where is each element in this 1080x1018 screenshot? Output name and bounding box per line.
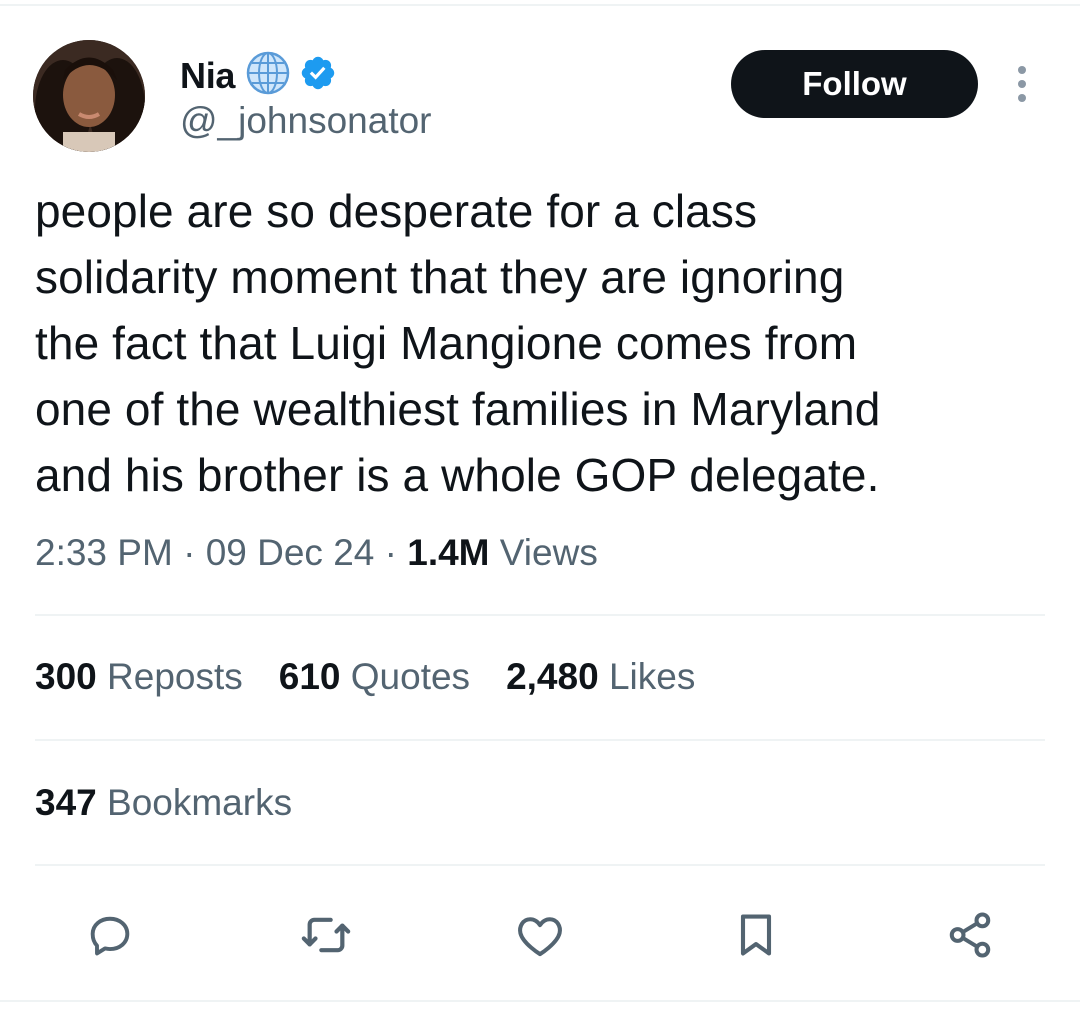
- verified-icon[interactable]: [299, 54, 337, 97]
- tweet-text: people are so desperate for a class soli…: [35, 185, 881, 501]
- bookmark-icon[interactable]: [726, 905, 786, 965]
- repost-icon[interactable]: [296, 905, 356, 965]
- likes-stat[interactable]: 2,480 Likes: [506, 656, 695, 698]
- reply-icon[interactable]: [80, 905, 140, 965]
- follow-button[interactable]: Follow: [731, 50, 978, 118]
- divider: [35, 614, 1045, 616]
- more-vertical-icon[interactable]: [1010, 64, 1034, 104]
- bookmarks-count: 347: [35, 782, 97, 823]
- share-icon[interactable]: [940, 905, 1000, 965]
- tweet-meta: 2:33 PM · 09 Dec 24 · 1.4M Views: [35, 532, 598, 574]
- quotes-count: 610: [278, 656, 341, 697]
- tweet-time[interactable]: 2:33 PM: [35, 532, 173, 573]
- bookmarks-stat[interactable]: 347 Bookmarks: [35, 782, 292, 824]
- quotes-label: Quotes: [350, 656, 471, 697]
- meta-separator: ·: [183, 532, 196, 573]
- reposts-label: Reposts: [107, 656, 243, 697]
- top-divider: [0, 4, 1080, 6]
- globe-icon: [245, 50, 291, 101]
- divider: [35, 864, 1045, 866]
- avatar[interactable]: [33, 40, 145, 152]
- bottom-divider: [0, 1000, 1080, 1002]
- views-label: Views: [499, 532, 598, 573]
- like-icon[interactable]: [510, 905, 570, 965]
- action-bar: [0, 905, 1080, 965]
- engagement-stats: 300 Reposts 610 Quotes 2,480 Likes: [35, 656, 731, 698]
- quotes-stat[interactable]: 610 Quotes: [279, 656, 470, 698]
- reposts-count: 300: [35, 656, 97, 697]
- likes-count: 2,480: [506, 656, 599, 697]
- reposts-stat[interactable]: 300 Reposts: [35, 656, 243, 698]
- author-name-row[interactable]: Nia: [180, 50, 337, 101]
- likes-label: Likes: [608, 656, 696, 697]
- display-name[interactable]: Nia: [180, 55, 235, 97]
- divider: [35, 739, 1045, 741]
- meta-separator: ·: [384, 532, 397, 573]
- author-handle[interactable]: @_johnsonator: [180, 100, 432, 142]
- bookmarks-label: Bookmarks: [107, 782, 293, 823]
- views-count: 1.4M: [407, 532, 490, 573]
- tweet-date[interactable]: 09 Dec 24: [206, 532, 375, 573]
